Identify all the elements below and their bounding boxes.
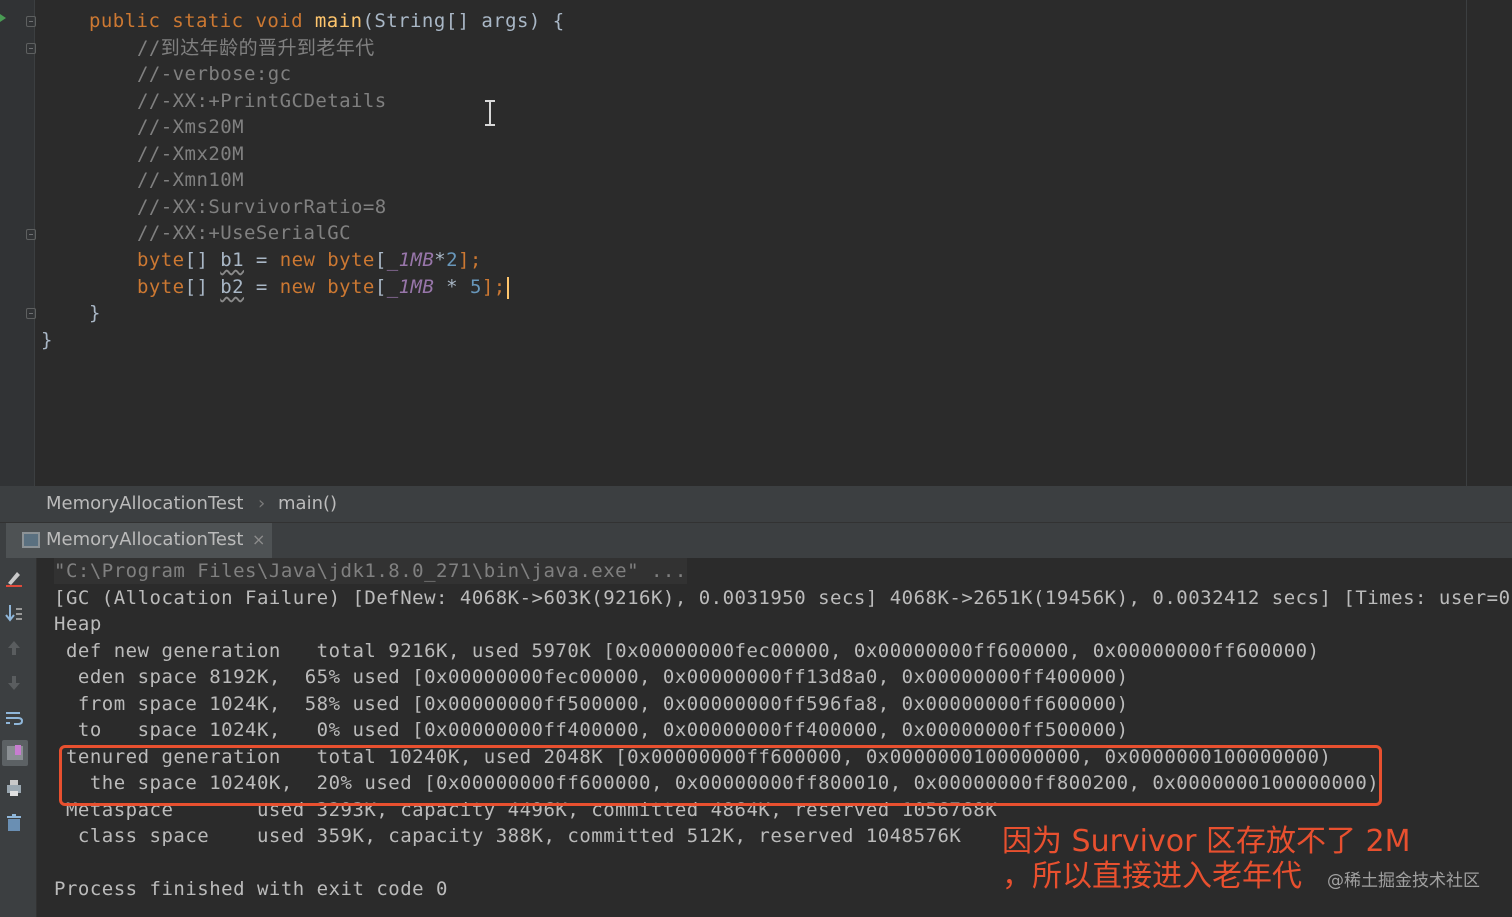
console-line: from space 1024K, 58% used [0x00000000ff…: [54, 693, 1129, 715]
breadcrumb: MemoryAllocationTest › main(): [0, 486, 1512, 522]
breadcrumb-method[interactable]: main(): [278, 493, 337, 514]
run-tab[interactable]: MemoryAllocationTest ×: [6, 523, 272, 558]
right-margin-guide: [1466, 0, 1467, 486]
up-arrow-icon[interactable]: [4, 638, 24, 658]
trash-icon[interactable]: [4, 813, 24, 833]
fold-icon[interactable]: [26, 229, 36, 240]
highlight-box: [59, 745, 1382, 806]
ibeam-cursor-icon: [485, 100, 495, 126]
code-line-main-signature: public static void main(String[] args) {: [89, 8, 565, 34]
editor-gutter: [0, 0, 36, 486]
number-token: 2: [446, 249, 459, 271]
code-token: []: [184, 276, 221, 298]
keyword-token: byte: [327, 249, 375, 271]
watermark: @稀土掘金技术社区: [1327, 871, 1480, 891]
fold-icon[interactable]: [26, 16, 36, 27]
method-name-token: main: [314, 10, 363, 32]
code-token: []: [184, 249, 221, 271]
code-editor[interactable]: public static void main(String[] args) {…: [0, 0, 1512, 486]
keyword-token: byte: [137, 276, 185, 298]
keyword-token: byte: [137, 249, 185, 271]
breadcrumb-separator-icon: ›: [258, 493, 266, 514]
down-arrow-icon[interactable]: [4, 673, 24, 693]
breadcrumb-class[interactable]: MemoryAllocationTest: [46, 493, 243, 514]
console-command-line: "C:\Program Files\Java\jdk1.8.0_271\bin\…: [54, 558, 687, 584]
constant-token: _1MB: [386, 249, 435, 271]
variable-token: b2: [220, 276, 245, 298]
number-token: 5: [469, 276, 482, 298]
keyword-token: new: [279, 249, 328, 271]
application-icon: [22, 532, 40, 548]
code-token: [: [374, 276, 387, 298]
code-comment-line: //-Xmx20M: [137, 143, 245, 165]
code-token: ];: [481, 276, 506, 298]
code-token: =: [244, 276, 280, 298]
edit-icon[interactable]: [4, 568, 24, 588]
soft-wrap-icon[interactable]: [4, 708, 24, 728]
code-comment-line: //-XX:+UseSerialGC: [137, 222, 352, 244]
code-comment-line: //-verbose:gc: [137, 63, 292, 85]
console-line: Heap: [54, 613, 102, 635]
scroll-to-end-icon[interactable]: [4, 603, 24, 623]
run-tool-window-header: MemoryAllocationTest ×: [0, 522, 1512, 558]
keyword-token: public: [89, 10, 173, 32]
console-line: [GC (Allocation Failure) [DefNew: 4068K-…: [54, 587, 1512, 609]
constant-token: _1MB: [386, 276, 435, 298]
console-exit-line: Process finished with exit code 0: [54, 878, 448, 900]
code-token: *: [434, 276, 470, 298]
console-output[interactable]: "C:\Program Files\Java\jdk1.8.0_271\bin\…: [37, 558, 1512, 917]
variable-token: b1: [220, 249, 245, 271]
keyword-token: static: [172, 10, 256, 32]
keyword-token: new: [279, 276, 328, 298]
run-arrow-icon[interactable]: [0, 14, 6, 22]
fold-icon[interactable]: [26, 308, 36, 319]
pin-tab-button[interactable]: [2, 740, 28, 766]
code-comment-line: //到达年龄的晋升到老年代: [137, 37, 375, 59]
keyword-token: byte: [327, 276, 375, 298]
code-comment-line: //-Xms20M: [137, 116, 245, 138]
console-line: class space used 359K, capacity 388K, co…: [54, 825, 962, 847]
code-token: =: [244, 249, 280, 271]
code-comment-line: //-XX:+PrintGCDetails: [137, 90, 387, 112]
code-comment-line: //-XX:SurvivorRatio=8: [137, 196, 387, 218]
code-token: *: [434, 249, 447, 271]
code-token: [: [374, 249, 387, 271]
code-line-b1: byte[] b1 = new byte[_1MB*2];: [137, 247, 482, 273]
code-token: ];: [458, 249, 482, 271]
fold-icon[interactable]: [26, 43, 36, 54]
keyword-token: void: [255, 10, 315, 32]
print-icon[interactable]: [4, 778, 24, 798]
code-closing-brace: }: [89, 302, 101, 324]
run-tab-label: MemoryAllocationTest: [46, 529, 244, 550]
text-caret: [506, 276, 509, 299]
code-comment-line: //-Xmn10M: [137, 169, 245, 191]
code-line-b2: byte[] b2 = new byte[_1MB * 5];: [137, 274, 509, 300]
console-toolbar: [0, 558, 37, 917]
console-line: to space 1024K, 0% used [0x00000000ff400…: [54, 719, 1129, 741]
code-closing-brace: }: [41, 329, 53, 351]
code-token: (String[] args) {: [362, 10, 565, 32]
close-icon[interactable]: ×: [252, 530, 265, 549]
console-line: eden space 8192K, 65% used [0x00000000fe…: [54, 666, 1129, 688]
console-line: def new generation total 9216K, used 597…: [54, 640, 1320, 662]
pin-tab-icon: [7, 745, 23, 760]
